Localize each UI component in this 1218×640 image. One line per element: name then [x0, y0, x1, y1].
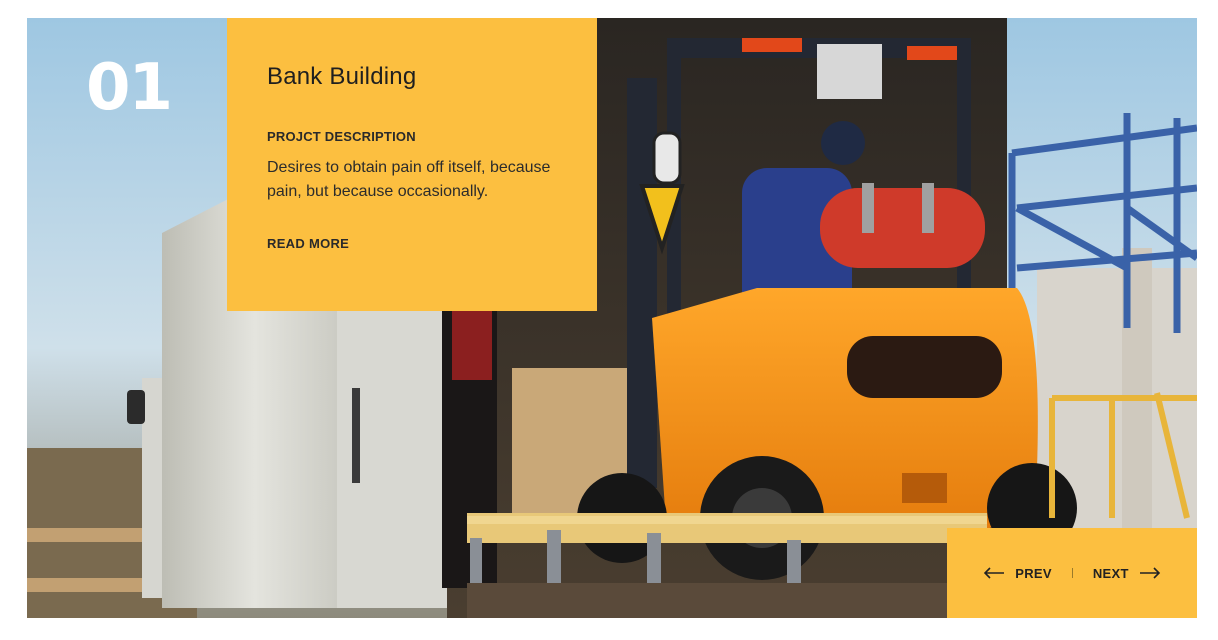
prev-button[interactable]: PREV — [983, 566, 1052, 581]
project-description-label: PROJCT DESCRIPTION — [267, 129, 416, 144]
next-label: NEXT — [1092, 565, 1129, 581]
next-button[interactable]: NEXT — [1093, 566, 1161, 581]
nav-divider — [1071, 568, 1073, 578]
arrow-right-icon — [1139, 567, 1161, 579]
slider-navigation: PREV NEXT — [947, 528, 1197, 618]
project-slide: 01 Bank Building PROJCT DESCRIPTION Desi… — [27, 18, 1197, 618]
project-info-card: Bank Building PROJCT DESCRIPTION Desires… — [227, 18, 597, 311]
project-title: Bank Building — [267, 63, 417, 90]
slide-number: 01 — [86, 51, 173, 125]
arrow-left-icon — [983, 567, 1005, 579]
read-more-link[interactable]: READ MORE — [267, 236, 349, 251]
project-description-text: Desires to obtain pain off itself, becau… — [267, 159, 551, 200]
prev-label: PREV — [1015, 565, 1052, 581]
